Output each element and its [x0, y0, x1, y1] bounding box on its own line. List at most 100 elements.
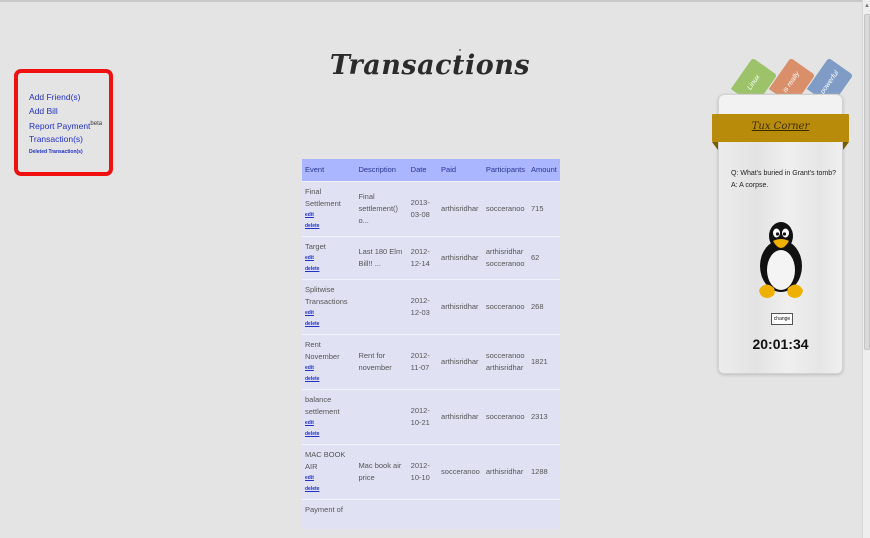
change-joke-button[interactable]: change [771, 313, 793, 325]
header-participants[interactable]: Participants [482, 159, 528, 181]
header-date[interactable]: Date [407, 159, 439, 181]
cell-amount: 268 [528, 278, 560, 334]
event-name: MAC BOOK AIR [305, 449, 346, 471]
tab-is-really-label[interactable]: is really [782, 70, 801, 93]
cell-participants: socceranoo [482, 388, 528, 444]
edit-link[interactable]: edit [305, 363, 352, 374]
cell-date [407, 498, 439, 529]
cell-date: 2012-12-03 [407, 278, 439, 334]
cell-participants [482, 498, 528, 529]
event-name: Target [305, 241, 326, 251]
table-header-row: Event Description Date Paid Participants… [302, 159, 560, 181]
cell-date: 2013-03-08 [407, 180, 439, 236]
event-name: Final Settlement [305, 186, 341, 208]
scroll-up-arrow-icon[interactable]: ▲ [864, 3, 870, 9]
table-row: Final Settlement edit delete Final settlem… [302, 180, 560, 236]
cell-description: Rent for november [355, 333, 408, 389]
cell-date: 2012-10-21 [407, 388, 439, 444]
cell-description [355, 278, 408, 334]
cell-amount: 1821 [528, 333, 560, 389]
joke-answer: A: A corpse. [731, 182, 769, 189]
transactions-link[interactable]: Transaction(s) [29, 133, 109, 147]
cell-amount: 715 [528, 180, 560, 236]
cell-event: Payment of [302, 498, 356, 529]
delete-link[interactable]: delete [305, 484, 352, 495]
deleted-transactions-link[interactable]: Deleted Transaction(s) [29, 148, 109, 157]
cell-description [355, 388, 408, 444]
tab-linux-label[interactable]: Linux [746, 73, 761, 91]
cell-event: MAC BOOK AIR edit delete [302, 443, 356, 499]
edit-link[interactable]: edit [305, 253, 352, 264]
report-payment-link[interactable]: Report Paymentbeta [29, 118, 109, 133]
cell-description: Last 180 Elm Bill!! ... [355, 235, 408, 279]
cell-paid [438, 498, 483, 529]
edit-link[interactable]: edit [305, 418, 352, 429]
delete-link[interactable]: delete [305, 319, 352, 330]
tux-tabs: Linux is really powerful [725, 55, 854, 107]
header-description[interactable]: Description [355, 159, 408, 181]
cell-participants: arthisridhar socceranoo [482, 235, 528, 279]
cell-event: balance settlement edit delete [302, 388, 356, 444]
ribbon-fold-left [712, 142, 718, 150]
cell-participants: socceranoo arthisridhar [482, 333, 528, 389]
cell-amount: 62 [528, 235, 560, 279]
cell-participants: arthisridhar [482, 443, 528, 499]
cell-date: 2012-11-07 [407, 333, 439, 389]
table-row: Payment of [302, 498, 560, 529]
table-row: Rent November edit delete Rent for novembe… [302, 333, 560, 389]
header-amount[interactable]: Amount [528, 159, 560, 181]
cell-paid: arthisridhar [438, 180, 483, 236]
cell-amount: 2313 [528, 388, 560, 444]
header-event[interactable]: Event [302, 159, 356, 181]
cell-participants: socceranoo [482, 278, 528, 334]
clock: 20:01:34 [752, 336, 809, 352]
cell-description: Final settlement() o... [355, 180, 408, 236]
table-row: Splitwise Transactions edit delete 2012-12… [302, 278, 560, 334]
delete-link[interactable]: delete [305, 264, 352, 275]
report-payment-label[interactable]: Report Payment [29, 121, 90, 131]
delete-link[interactable]: delete [305, 429, 352, 440]
header-paid[interactable]: Paid [438, 159, 483, 181]
event-name: Splitwise Transactions [305, 284, 348, 306]
cell-description [355, 498, 408, 529]
cell-paid: arthisridhar [438, 388, 483, 444]
cell-event: Final Settlement edit delete [302, 180, 356, 236]
table-row: balance settlement edit delete 2012-10-21 … [302, 388, 560, 444]
tux-penguin-icon [759, 222, 803, 298]
delete-link[interactable]: delete [305, 374, 352, 385]
event-name: Payment of [305, 504, 343, 514]
beta-badge: beta [90, 121, 103, 127]
edit-link[interactable]: edit [305, 210, 352, 221]
cell-paid: socceranoo [438, 443, 483, 499]
cell-participants: socceranoo [482, 180, 528, 236]
ribbon-fold-right [843, 142, 849, 150]
joke-box: Q: What's buried in Grant's tomb? A: A c… [731, 168, 841, 192]
table-row: MAC BOOK AIR edit delete Mac book air pric… [302, 443, 560, 499]
delete-link[interactable]: delete [305, 221, 352, 232]
event-name: balance settlement [305, 394, 340, 416]
joke-question: Q: What's buried in Grant's tomb? [731, 170, 836, 177]
add-bill-link[interactable]: Add Bill [29, 105, 109, 119]
cell-date: 2012-12-14 [407, 235, 439, 279]
cell-description: Mac book air price [355, 443, 408, 499]
edit-link[interactable]: edit [305, 308, 352, 319]
event-name: Rent November [305, 339, 340, 361]
tab-powerful-label[interactable]: powerful [820, 69, 841, 95]
transactions-table: Event Description Date Paid Participants… [302, 159, 560, 529]
scrollbar-thumb[interactable] [864, 14, 870, 350]
edit-link[interactable]: edit [305, 473, 352, 484]
cell-paid: arthisridhar [438, 235, 483, 279]
cell-event: Rent November edit delete [302, 333, 356, 389]
cell-amount [528, 498, 560, 529]
vertical-scrollbar[interactable]: ▲ [862, 0, 870, 538]
cell-paid: arthisridhar [438, 333, 483, 389]
cell-amount: 1288 [528, 443, 560, 499]
cell-date: 2012-10-10 [407, 443, 439, 499]
cell-event: Splitwise Transactions edit delete [302, 278, 356, 334]
add-friends-link[interactable]: Add Friend(s) [29, 91, 109, 105]
actions-menu: Add Friend(s) Add Bill Report Paymentbet… [14, 69, 113, 176]
cell-paid: arthisridhar [438, 278, 483, 334]
tux-corner-title[interactable]: Tux Corner [712, 121, 849, 132]
window-top-border [0, 0, 870, 2]
table-row: Target edit delete Last 180 Elm Bill!! ...… [302, 235, 560, 279]
